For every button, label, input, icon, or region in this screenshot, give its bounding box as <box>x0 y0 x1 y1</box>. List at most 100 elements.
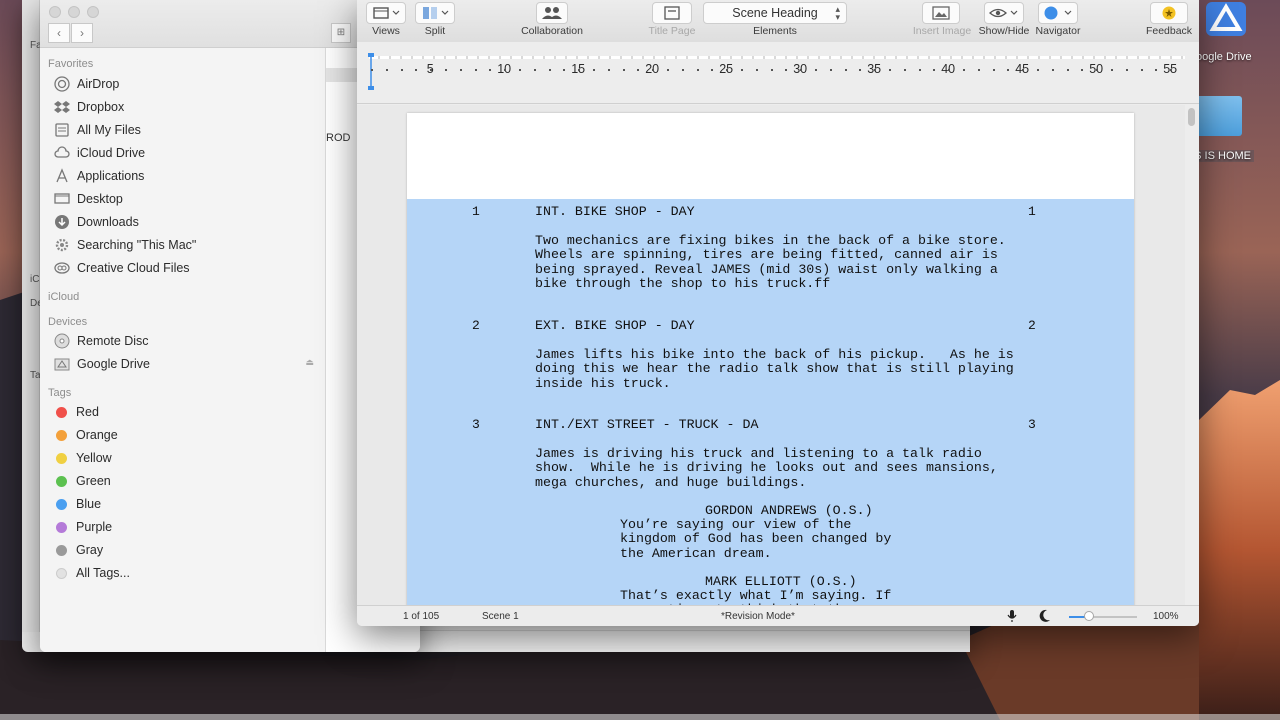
eject-icon[interactable]: ⏏ <box>305 357 314 368</box>
all-files-icon <box>55 123 69 137</box>
split-button[interactable] <box>415 2 455 24</box>
sidebar-tag-gray[interactable]: Gray <box>54 540 103 560</box>
element-type-value: Scene Heading <box>732 6 818 20</box>
scene-number-left: 1 <box>472 204 480 219</box>
ruler-tick <box>578 69 581 71</box>
feedback-button[interactable] <box>1150 2 1188 24</box>
view-options-icon[interactable]: ⊞ <box>331 23 351 43</box>
sidebar-item-airdrop[interactable]: AirDrop <box>54 74 119 94</box>
scene-heading[interactable]: INT./EXT STREET - TRUCK - DA <box>535 417 758 432</box>
dialogue-block[interactable]: You’re saying our view of the kingdom of… <box>620 517 891 561</box>
indent-marker-icon[interactable] <box>367 52 375 92</box>
sidebar-item-label: Green <box>76 474 111 488</box>
finder-sidebar: Favorites AirDrop Dropbox All My Files i… <box>40 48 326 652</box>
ruler-tick <box>1125 69 1128 71</box>
sidebar-item-google-drive[interactable]: Google Drive ⏏ <box>54 354 314 374</box>
ruler-tick <box>741 69 743 71</box>
ruler-tick <box>903 69 906 71</box>
sidebar-tag-all-tags[interactable]: All Tags... <box>54 563 130 583</box>
sidebar-tag-purple[interactable]: Purple <box>54 517 112 537</box>
sidebar-item-label: AirDrop <box>77 77 120 91</box>
collaboration-label: Collaboration <box>521 25 583 37</box>
script-page[interactable]: 1 1 INT. BIKE SHOP - DAY Two mechanics a… <box>407 113 1134 605</box>
ruler-tick <box>1155 69 1158 71</box>
action-block[interactable]: James is driving his truck and listening… <box>535 446 998 490</box>
zoom-slider[interactable] <box>1069 616 1137 618</box>
eye-icon <box>989 8 1018 18</box>
action-block[interactable]: Two mechanics are fixing bikes in the ba… <box>535 233 1006 291</box>
sidebar-tag-yellow[interactable]: Yellow <box>54 448 112 468</box>
document-scroll-area[interactable]: 1 1 INT. BIKE SHOP - DAY Two mechanics a… <box>357 105 1185 605</box>
scene-heading[interactable]: INT. BIKE SHOP - DAY <box>535 204 695 219</box>
minimize-button[interactable] <box>68 6 80 18</box>
microphone-icon[interactable] <box>1007 609 1017 623</box>
ruler-tick <box>652 69 655 71</box>
ruler-track <box>369 56 1185 59</box>
vertical-scrollbar[interactable] <box>1188 108 1195 126</box>
insert-image-button[interactable] <box>922 2 960 24</box>
screenplay-editor-window[interactable]: Views Split Collaboration Title Page Sce… <box>357 0 1199 626</box>
dialogue-block[interactable]: That’s exactly what I’m saying. If we co… <box>620 588 891 605</box>
tag-color-dot <box>56 498 67 510</box>
navigator-button[interactable] <box>1038 2 1078 24</box>
sidebar-item-icloud-drive[interactable]: iCloud Drive <box>54 143 145 163</box>
ruler-tick <box>548 69 551 71</box>
cloud-icon <box>54 146 70 158</box>
sidebar-item-label: All My Files <box>77 123 141 137</box>
desktop-icon <box>54 193 70 204</box>
sidebar-tag-orange[interactable]: Orange <box>54 425 118 445</box>
zoom-percent: 100% <box>1153 611 1179 622</box>
close-button[interactable] <box>49 6 61 18</box>
scene-heading[interactable]: EXT. BIKE SHOP - DAY <box>535 318 695 333</box>
tag-color-dot <box>56 544 67 556</box>
collaboration-button[interactable] <box>536 2 568 24</box>
zoom-slider-knob[interactable] <box>1084 611 1095 621</box>
ruler-tick <box>1140 69 1143 71</box>
sidebar-item-dropbox[interactable]: Dropbox <box>54 97 124 117</box>
ruler-tick <box>667 69 669 71</box>
ruler-tick <box>889 69 891 71</box>
scene-number-left: 2 <box>472 318 480 333</box>
compass-icon <box>1044 6 1072 20</box>
ruler-tick <box>933 69 936 71</box>
title-page-button[interactable] <box>652 2 692 24</box>
ruler-tick <box>874 69 877 71</box>
sidebar-item-downloads[interactable]: Downloads <box>54 212 139 232</box>
ruler-tick <box>918 69 921 71</box>
views-button[interactable] <box>366 2 406 24</box>
sidebar-item-remote-disc[interactable]: Remote Disc <box>54 331 149 351</box>
ruler-tick <box>415 69 418 71</box>
ruler[interactable]: 510152025303540455055 <box>357 42 1199 104</box>
sidebar-tag-green[interactable]: Green <box>54 471 111 491</box>
ruler-tick <box>711 69 714 71</box>
sidebar-item-creative-cloud-files[interactable]: Creative Cloud Files <box>54 258 190 278</box>
sidebar-item-all-my-files[interactable]: All My Files <box>54 120 141 140</box>
element-type-select[interactable]: Scene Heading ▴ ▾ <box>703 2 847 24</box>
scene-number-right: 3 <box>1028 417 1036 432</box>
sidebar-item-label: Google Drive <box>77 357 150 371</box>
show-hide-button[interactable] <box>984 2 1024 24</box>
applications-icon <box>56 168 68 183</box>
split-icon <box>423 7 449 19</box>
sidebar-item-label: iCloud Drive <box>77 146 146 160</box>
google-drive-desktop-label: oogle Drive <box>1196 51 1252 63</box>
sidebar-item-applications[interactable]: Applications <box>54 166 144 186</box>
zoom-button[interactable] <box>87 6 99 18</box>
sidebar-item-desktop[interactable]: Desktop <box>54 189 123 209</box>
sidebar-item-label: Dropbox <box>77 100 125 114</box>
stepper-arrows-icon: ▴ ▾ <box>835 4 840 22</box>
forward-button[interactable]: › <box>71 23 93 43</box>
folder-icon[interactable] <box>1192 96 1242 136</box>
back-button[interactable]: ‹ <box>48 23 70 43</box>
ruler-tick <box>977 69 980 71</box>
action-block[interactable]: James lifts his bike into the back of hi… <box>535 347 1014 391</box>
sidebar-item-label: Blue <box>76 497 102 511</box>
sidebar-tag-blue[interactable]: Blue <box>54 494 101 514</box>
moon-icon[interactable] <box>1039 609 1051 623</box>
ruler-tick <box>563 69 566 71</box>
revision-mode-indicator[interactable]: *Revision Mode* <box>721 611 795 622</box>
drive-icon <box>54 358 70 371</box>
sidebar-item-searching-this-mac[interactable]: Searching "This Mac" <box>54 235 196 255</box>
google-drive-desktop-icon[interactable]: oogle Drive <box>1196 0 1280 70</box>
sidebar-tag-red[interactable]: Red <box>54 402 99 422</box>
